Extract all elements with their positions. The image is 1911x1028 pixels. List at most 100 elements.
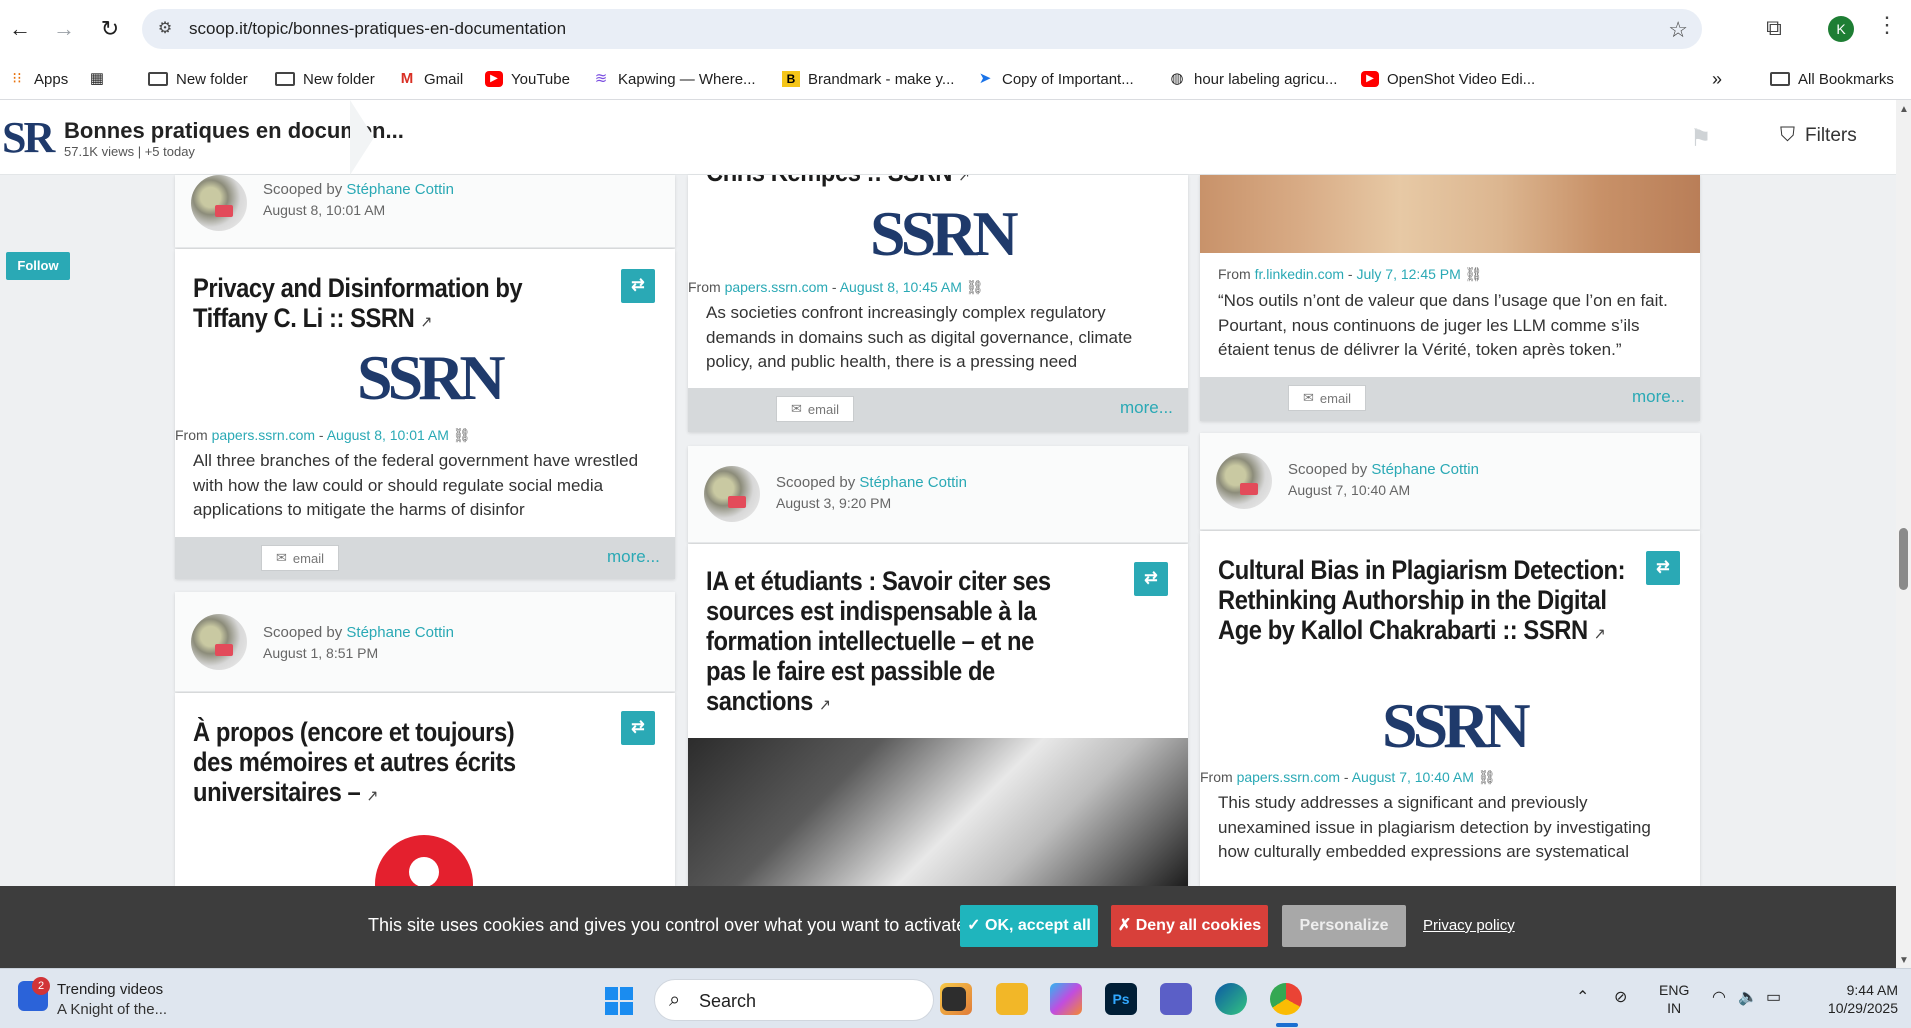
page-scrollbar[interactable]: ▲ ▼ [1896,100,1911,968]
wifi-icon[interactable]: ◠ [1712,987,1726,1007]
scroll-up-icon[interactable]: ▲ [1899,104,1909,115]
all-bookmarks[interactable]: All Bookmarks [1770,67,1894,91]
reload-icon[interactable]: ↻ [94,13,126,45]
rescoop-button[interactable]: ⇄ [1646,551,1680,585]
more-link[interactable]: more... [1120,398,1173,418]
address-bar[interactable]: ⚙ scoop.it/topic/bonnes-pratiques-en-doc… [142,9,1702,49]
task-view-icon[interactable] [942,987,966,1011]
teams-icon[interactable] [1160,983,1192,1015]
post-image-logo[interactable] [375,835,473,886]
curator-name[interactable]: Stéphane Cottin [1371,461,1479,478]
edge-icon[interactable] [1215,983,1247,1015]
more-link[interactable]: more... [607,547,660,567]
tray-chevron-icon[interactable]: ⌃ [1576,987,1589,1007]
chrome-icon[interactable] [1270,983,1302,1015]
personalize-cookies-button[interactable]: Personalize [1282,905,1406,947]
bookmark-gmail[interactable]: M Gmail [398,67,463,91]
bookmark-apps[interactable]: ⁝⁝ Apps [8,67,68,91]
copilot-icon[interactable] [1050,983,1082,1015]
bookmark-copy-of-important[interactable]: ➤ Copy of Important... [976,67,1134,91]
bookmark-brandmark[interactable]: B Brandmark - make y... [782,67,954,91]
date-link[interactable]: August 7, 10:40 AM [1352,769,1474,785]
url-text[interactable]: scoop.it/topic/bonnes-pratiques-en-docum… [189,19,566,39]
trending-subtitle[interactable]: A Knight of the... [57,1001,167,1018]
accept-all-cookies-button[interactable]: ✓ OK, accept all [960,905,1098,947]
email-button[interactable]: ✉ email [261,545,339,571]
site-info-icon[interactable]: ⚙ [154,18,176,40]
bookmark-hour-labeling[interactable]: ◍ hour labeling agricu... [1168,67,1337,91]
source-link[interactable]: papers.ssrn.com [212,427,315,443]
post-title[interactable]: Cultural Bias in Plagiarism Detection: R… [1218,555,1632,650]
external-link-icon[interactable]: ↗ [1594,626,1606,643]
photoshop-icon[interactable]: Ps [1105,983,1137,1015]
follow-button[interactable]: Follow [6,252,70,280]
external-link-icon[interactable]: ↗ [421,314,433,331]
external-link-icon[interactable]: ↗ [958,175,970,185]
system-clock[interactable]: 9:44 AM 10/29/2025 [1810,981,1898,1017]
permalink-icon[interactable]: ⛓ [453,427,471,443]
scrollbar-thumb[interactable] [1899,528,1908,590]
permalink-icon[interactable]: ⛓ [966,279,984,295]
bookmark-new-folder-1[interactable]: New folder [148,67,248,91]
bookmark-kapwing[interactable]: ≋ Kapwing — Where... [592,67,756,91]
rescoop-button[interactable]: ⇄ [1134,562,1168,596]
browser-menu-icon[interactable]: ⋮ [1876,12,1898,38]
flag-icon[interactable]: ⚑ [1690,124,1714,152]
file-explorer-icon[interactable] [996,983,1028,1015]
external-link-icon[interactable]: ↗ [819,697,831,714]
post-image[interactable] [688,738,1188,886]
taskbar-search[interactable]: ⌕ Search [654,979,934,1021]
more-link[interactable]: more... [1632,387,1685,407]
curator-avatar[interactable] [1216,453,1272,509]
battery-icon[interactable]: ▭ [1766,987,1781,1007]
curator-avatar[interactable] [191,175,247,231]
bookmark-openshot[interactable]: ▶ OpenShot Video Edi... [1361,67,1535,91]
forward-arrow-icon[interactable]: → [48,13,80,45]
bookmark-tab-groups[interactable]: ▦ [88,67,106,91]
curator-name[interactable]: Stéphane Cottin [346,181,454,198]
filters-button[interactable]: ⛉ Filters [1780,124,1857,147]
profile-avatar[interactable]: K [1828,16,1854,42]
curator-name[interactable]: Stéphane Cottin [859,474,967,491]
external-link-icon[interactable]: ↗ [366,788,378,805]
source-link[interactable]: papers.ssrn.com [725,279,828,295]
deny-all-cookies-button[interactable]: ✗ Deny all cookies [1111,905,1268,947]
topic-logo[interactable]: SR [2,112,55,163]
curator-name[interactable]: Stéphane Cottin [346,624,454,641]
curator-avatar[interactable] [191,614,247,670]
network-off-icon[interactable]: ⊘ [1614,987,1627,1007]
privacy-policy-link[interactable]: Privacy policy [1423,917,1515,934]
language-indicator[interactable]: ENG IN [1659,981,1689,1017]
bookmark-star-icon[interactable]: ☆ [1668,17,1688,43]
post-title[interactable]: À propos (encore et toujours) des mémoir… [193,717,536,812]
scroll-down-icon[interactable]: ▼ [1899,955,1909,966]
volume-icon[interactable]: 🔈 [1738,987,1758,1007]
back-arrow-icon[interactable]: ← [4,13,36,45]
start-button-icon[interactable] [605,987,633,1015]
ssrn-logo[interactable]: SSRN [357,341,506,415]
rescoop-button[interactable]: ⇄ [621,711,655,745]
ssrn-logo[interactable]: SSRN [1382,689,1531,763]
email-button[interactable]: ✉ email [1288,385,1366,411]
date-link[interactable]: July 7, 12:45 PM [1357,266,1461,282]
post-title[interactable]: IA et étudiants : Savoir citer ses sourc… [706,566,1058,721]
date-link[interactable]: August 8, 10:45 AM [840,279,962,295]
source-link[interactable]: fr.linkedin.com [1255,266,1344,282]
post-title[interactable]: Chris Kempes :: SSRN ↗ [706,175,1111,192]
bookmark-new-folder-2[interactable]: New folder [275,67,375,91]
post-image[interactable] [1200,175,1700,253]
rescoop-button[interactable]: ⇄ [621,269,655,303]
source-link[interactable]: papers.ssrn.com [1237,769,1340,785]
curator-avatar[interactable] [704,466,760,522]
email-button[interactable]: ✉ email [776,396,854,422]
permalink-icon[interactable]: ⛓ [1465,266,1483,282]
ssrn-logo[interactable]: SSRN [870,197,1019,271]
bookmarks-overflow[interactable]: » [1712,67,1722,91]
extensions-icon[interactable]: ⧉ [1760,15,1788,43]
scoop-card-header: Scooped by Stéphane Cottin August 3, 9:2… [688,446,1188,543]
permalink-icon[interactable]: ⛓ [1478,769,1496,785]
post-title[interactable]: Privacy and Disinformation by Tiffany C.… [193,273,580,338]
bookmark-youtube[interactable]: ▶ YouTube [485,67,570,91]
date-link[interactable]: August 8, 10:01 AM [327,427,449,443]
trending-title[interactable]: Trending videos [57,981,163,998]
